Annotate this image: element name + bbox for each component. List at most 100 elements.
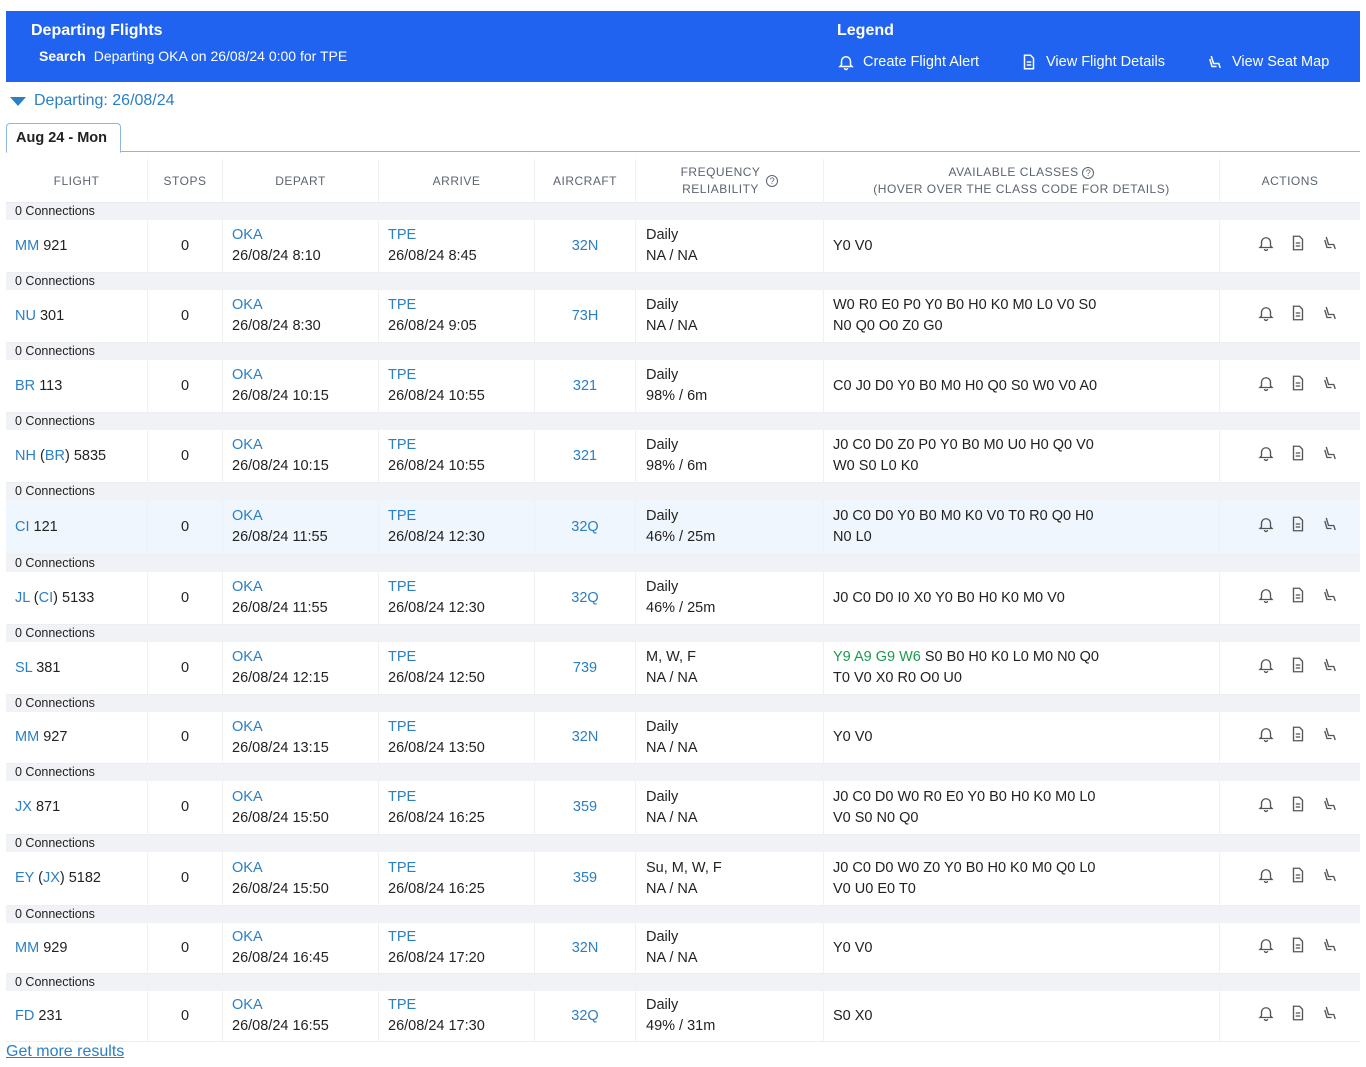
depart-airport-link[interactable]: OKA [232,647,378,668]
view-seat-map-button[interactable] [1321,515,1339,540]
classes-line-1[interactable]: J0 C0 D0 W0 R0 E0 Y0 B0 H0 K0 M0 L0 [833,789,1095,805]
operating-carrier[interactable]: JX [43,870,60,886]
view-seat-map-button[interactable] [1321,444,1339,469]
arrive-airport-link[interactable]: TPE [388,506,534,527]
arrive-airport-link[interactable]: TPE [388,435,534,456]
view-seat-map-button[interactable] [1321,586,1339,611]
depart-airport-link[interactable]: OKA [232,995,378,1016]
arrive-airport-link[interactable]: TPE [388,365,534,386]
classes-line-1[interactable]: J0 C0 D0 Z0 P0 Y0 B0 M0 U0 H0 Q0 V0 [833,437,1094,453]
create-alert-button[interactable] [1257,866,1275,891]
depart-airport-link[interactable]: OKA [232,225,378,246]
classes-line-2[interactable]: V0 U0 E0 T0 [833,879,1219,900]
depart-airport-link[interactable]: OKA [232,787,378,808]
classes-line-1[interactable]: J0 C0 D0 Y0 B0 M0 K0 V0 T0 R0 Q0 H0 [833,508,1094,524]
view-seat-map-button[interactable] [1321,234,1339,259]
departing-toggle[interactable]: Departing: 26/08/24 [10,92,175,110]
view-details-button[interactable] [1289,515,1307,540]
view-details-button[interactable] [1289,936,1307,961]
view-seat-map-button[interactable] [1321,795,1339,820]
view-details-button[interactable] [1289,1004,1307,1029]
airline-code-link[interactable]: NU [15,308,36,324]
airline-code-link[interactable]: JL [15,590,30,606]
aircraft-code-link[interactable]: 32N [572,727,599,748]
airline-code-link[interactable]: JX [15,799,32,815]
depart-airport-link[interactable]: OKA [232,435,378,456]
arrive-airport-link[interactable]: TPE [388,927,534,948]
view-seat-map-button[interactable] [1321,656,1339,681]
classes-line-1[interactable]: W0 R0 E0 P0 Y0 B0 H0 K0 M0 L0 V0 S0 [833,297,1096,313]
view-seat-map-button[interactable] [1321,936,1339,961]
create-alert-button[interactable] [1257,936,1275,961]
airline-code-link[interactable]: MM [15,940,39,956]
classes-line-1[interactable]: J0 C0 D0 I0 X0 Y0 B0 H0 K0 M0 V0 [833,590,1065,606]
classes-line-1[interactable]: S0 X0 [833,1008,873,1024]
airline-code-link[interactable]: BR [15,378,35,394]
view-details-button[interactable] [1289,725,1307,750]
aircraft-code-link[interactable]: 359 [573,797,597,818]
aircraft-code-link[interactable]: 739 [573,658,597,679]
view-details-button[interactable] [1289,444,1307,469]
classes-line-2[interactable]: W0 S0 L0 K0 [833,456,1219,477]
get-more-results-link[interactable]: Get more results [6,1043,124,1061]
view-details-button[interactable] [1289,234,1307,259]
depart-airport-link[interactable]: OKA [232,365,378,386]
aircraft-code-link[interactable]: 32N [572,236,599,257]
depart-airport-link[interactable]: OKA [232,927,378,948]
create-alert-button[interactable] [1257,304,1275,329]
classes-line-2[interactable]: T0 V0 X0 R0 O0 U0 [833,668,1219,689]
classes-line-1[interactable]: S0 B0 H0 K0 L0 M0 N0 Q0 [925,649,1099,665]
aircraft-code-link[interactable]: 32N [572,938,599,959]
depart-airport-link[interactable]: OKA [232,717,378,738]
depart-airport-link[interactable]: OKA [232,577,378,598]
depart-airport-link[interactable]: OKA [232,295,378,316]
aircraft-code-link[interactable]: 32Q [571,517,598,538]
classes-line-1[interactable]: Y0 V0 [833,940,873,956]
view-details-button[interactable] [1289,866,1307,891]
view-details-button[interactable] [1289,795,1307,820]
classes-line-2[interactable]: N0 L0 [833,527,1219,548]
arrive-airport-link[interactable]: TPE [388,225,534,246]
view-seat-map-button[interactable] [1321,725,1339,750]
aircraft-code-link[interactable]: 321 [573,376,597,397]
view-details-button[interactable] [1289,586,1307,611]
classes-line-1[interactable]: Y0 V0 [833,238,873,254]
arrive-airport-link[interactable]: TPE [388,647,534,668]
airline-code-link[interactable]: CI [15,519,30,535]
arrive-airport-link[interactable]: TPE [388,577,534,598]
help-icon[interactable]: ? [766,175,779,187]
view-details-button[interactable] [1289,374,1307,399]
create-alert-button[interactable] [1257,374,1275,399]
depart-airport-link[interactable]: OKA [232,858,378,879]
airline-code-link[interactable]: MM [15,238,39,254]
help-icon[interactable]: ? [1082,167,1095,179]
view-seat-map-button[interactable] [1321,866,1339,891]
classes-line-2[interactable]: V0 S0 N0 Q0 [833,808,1219,829]
classes-line-2[interactable]: N0 Q0 O0 Z0 G0 [833,316,1219,337]
classes-line-1[interactable]: C0 J0 D0 Y0 B0 M0 H0 Q0 S0 W0 V0 A0 [833,378,1097,394]
arrive-airport-link[interactable]: TPE [388,995,534,1016]
arrive-airport-link[interactable]: TPE [388,717,534,738]
aircraft-code-link[interactable]: 32Q [571,588,598,609]
create-alert-button[interactable] [1257,444,1275,469]
airline-code-link[interactable]: SL [15,660,32,676]
tab-aug-24[interactable]: Aug 24 - Mon [6,123,121,153]
aircraft-code-link[interactable]: 321 [573,446,597,467]
airline-code-link[interactable]: NH [15,448,36,464]
view-seat-map-button[interactable] [1321,304,1339,329]
create-alert-button[interactable] [1257,515,1275,540]
classes-line-1[interactable]: Y0 V0 [833,729,873,745]
view-details-button[interactable] [1289,304,1307,329]
create-alert-button[interactable] [1257,1004,1275,1029]
view-seat-map-button[interactable] [1321,374,1339,399]
depart-airport-link[interactable]: OKA [232,506,378,527]
airline-code-link[interactable]: EY [15,870,34,886]
available-classes-open[interactable]: Y9 A9 G9 W6 [833,649,921,665]
arrive-airport-link[interactable]: TPE [388,787,534,808]
operating-carrier[interactable]: BR [45,448,65,464]
arrive-airport-link[interactable]: TPE [388,295,534,316]
classes-line-1[interactable]: J0 C0 D0 W0 Z0 Y0 B0 H0 K0 M0 Q0 L0 [833,860,1095,876]
airline-code-link[interactable]: FD [15,1008,34,1024]
create-alert-button[interactable] [1257,725,1275,750]
create-alert-button[interactable] [1257,586,1275,611]
